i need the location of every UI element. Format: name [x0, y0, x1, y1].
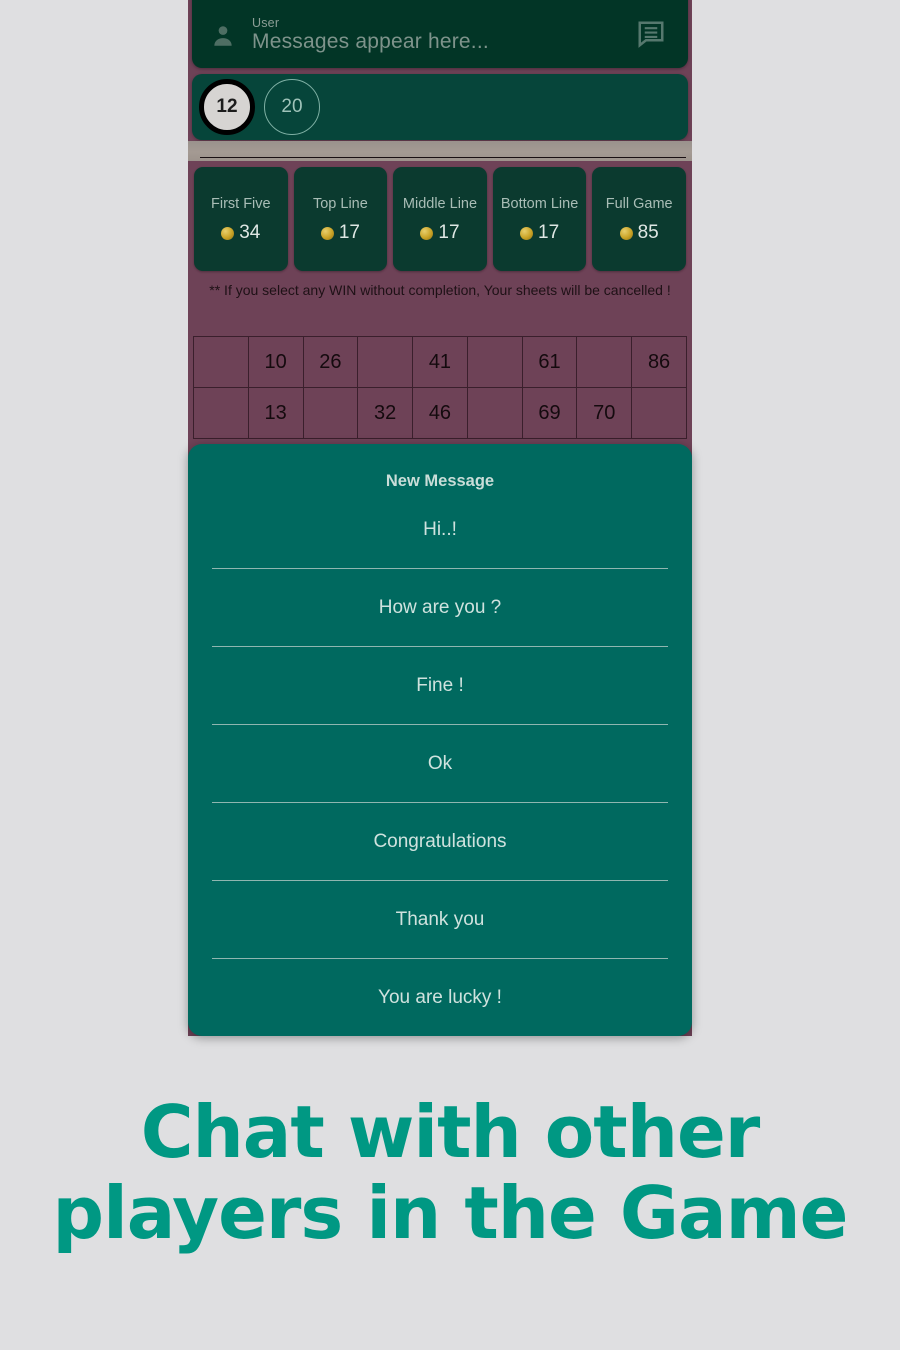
prize-amount: 17	[538, 222, 560, 243]
prize-label: Bottom Line	[500, 195, 579, 212]
message-option-fine[interactable]: Fine !	[212, 647, 668, 725]
coin-icon	[619, 226, 633, 240]
ticket-cell[interactable]: 70	[576, 387, 633, 439]
caption-line-2: players in the Game	[52, 1170, 849, 1255]
message-option-ok[interactable]: Ok	[212, 725, 668, 803]
message-sender-label: User	[252, 16, 280, 30]
new-message-dialog: New Message Hi..! How are you ? Fine ! O…	[188, 444, 692, 1036]
ticket-cell[interactable]	[193, 387, 249, 439]
ticket-cell[interactable]: 46	[412, 387, 468, 439]
promo-caption: Chat with other players in the Game	[0, 1092, 900, 1253]
prize-amount-row: 34	[221, 222, 260, 244]
prize-label: Full Game	[605, 195, 673, 212]
message-option-how-are-you[interactable]: How are you ?	[212, 569, 668, 647]
divider-line	[200, 157, 686, 158]
ticket-cell[interactable]: 26	[302, 336, 359, 388]
prize-amount-row: 17	[420, 222, 460, 244]
prize-card-top-line[interactable]: Top Line 17	[293, 167, 388, 271]
message-placeholder-text: Messages appear here...	[252, 30, 489, 53]
ticket-cell[interactable]	[193, 336, 249, 388]
chat-bubble-icon[interactable]	[636, 20, 666, 48]
ticket-cell[interactable]	[631, 387, 687, 439]
prize-amount: 17	[438, 222, 460, 243]
previous-number-ball: 20	[264, 79, 320, 135]
prize-amount-row: 17	[520, 222, 559, 244]
coin-icon	[420, 226, 434, 240]
message-bar[interactable]: User Messages appear here...	[192, 0, 688, 68]
ticket-cell[interactable]	[357, 336, 414, 388]
prize-card-middle-line[interactable]: Middle Line 17	[393, 167, 487, 271]
ticket-cell[interactable]: 41	[412, 336, 468, 388]
prize-label: First Five	[210, 195, 271, 212]
ticket-cell[interactable]	[302, 387, 359, 439]
prize-amount: 85	[637, 222, 659, 243]
warning-text: ** If you select any WIN without complet…	[209, 282, 671, 298]
current-number-ball: 12	[199, 79, 255, 135]
dialog-title: New Message	[385, 472, 495, 490]
prize-label: Top Line	[312, 195, 368, 212]
ticket-cell[interactable]	[576, 336, 633, 388]
ticket-cell[interactable]: 86	[631, 336, 687, 388]
ticket-cell[interactable]: 13	[247, 387, 304, 439]
divider-strip	[188, 141, 692, 161]
prize-row: First Five 34 Top Line 17 Middle Line 17…	[188, 167, 692, 271]
ticket-cell[interactable]: 61	[521, 336, 578, 388]
prize-card-bottom-line[interactable]: Bottom Line 17	[492, 167, 587, 271]
prize-amount-row: 17	[320, 222, 360, 244]
ticket-cell[interactable]	[466, 336, 523, 388]
dialog-option-list: Hi..! How are you ? Fine ! Ok Congratula…	[188, 491, 692, 1036]
caption-line-1: Chat with other	[140, 1090, 761, 1174]
prize-amount: 34	[239, 222, 261, 243]
message-option-hi[interactable]: Hi..!	[212, 491, 668, 569]
prize-card-full-game[interactable]: Full Game 85	[592, 167, 686, 271]
prize-amount: 17	[338, 222, 360, 243]
ticket-cell[interactable]: 10	[247, 336, 304, 388]
coin-icon	[520, 226, 533, 240]
message-option-you-are-lucky[interactable]: You are lucky !	[212, 959, 668, 1036]
prize-amount-row: 85	[619, 222, 659, 244]
coin-icon	[221, 226, 235, 240]
prize-card-first-five[interactable]: First Five 34	[194, 167, 288, 271]
ticket-cell[interactable]: 32	[357, 387, 414, 439]
ticket-cell[interactable]	[466, 387, 523, 439]
coin-icon	[320, 226, 334, 240]
ticket-cell[interactable]: 69	[521, 387, 578, 439]
prize-label: Middle Line	[402, 195, 478, 212]
person-icon	[210, 23, 236, 49]
ticket-grid[interactable]: 10 26 41 61 86 13 32 46 69 70	[193, 336, 687, 439]
message-option-congratulations[interactable]: Congratulations	[212, 803, 668, 881]
called-numbers-strip: 12 20	[192, 74, 688, 140]
table-row[interactable]: 10 26 41 61 86	[193, 336, 687, 388]
table-row[interactable]: 13 32 46 69 70	[193, 387, 687, 439]
message-option-thank-you[interactable]: Thank you	[212, 881, 668, 959]
